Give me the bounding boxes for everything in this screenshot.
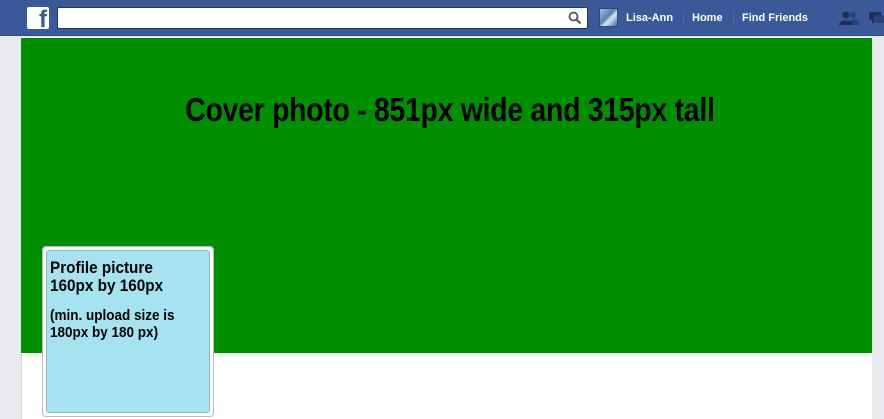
page-background-strip bbox=[872, 37, 884, 419]
profile-picture[interactable]: Profile picture 160px by 160px (min. upl… bbox=[46, 250, 210, 413]
profile-picture-frame[interactable]: Profile picture 160px by 160px (min. upl… bbox=[42, 246, 214, 417]
friend-requests-icon[interactable] bbox=[838, 10, 860, 26]
profile-picture-upload-note: (min. upload size is 180px by 180 px) bbox=[50, 307, 175, 341]
nav-find-friends-link[interactable]: Find Friends bbox=[742, 11, 808, 25]
cover-photo-caption: Cover photo - 851px wide and 315px tall bbox=[185, 91, 715, 128]
user-avatar[interactable] bbox=[599, 8, 618, 27]
nav-home-link[interactable]: Home bbox=[692, 11, 723, 25]
top-navigation-bar: f Lisa-Ann Home Find Friends bbox=[0, 0, 884, 36]
logo-letter: f bbox=[39, 7, 47, 29]
messages-icon[interactable] bbox=[868, 10, 884, 26]
search-icon[interactable] bbox=[568, 11, 582, 25]
search-box[interactable] bbox=[57, 7, 588, 29]
profile-picture-size-label: Profile picture 160px by 160px bbox=[50, 258, 164, 295]
search-input[interactable] bbox=[62, 9, 566, 29]
facebook-logo-icon[interactable]: f bbox=[27, 7, 49, 29]
nav-divider bbox=[733, 10, 734, 26]
user-profile-link[interactable]: Lisa-Ann bbox=[626, 11, 673, 25]
nav-divider bbox=[683, 10, 684, 26]
